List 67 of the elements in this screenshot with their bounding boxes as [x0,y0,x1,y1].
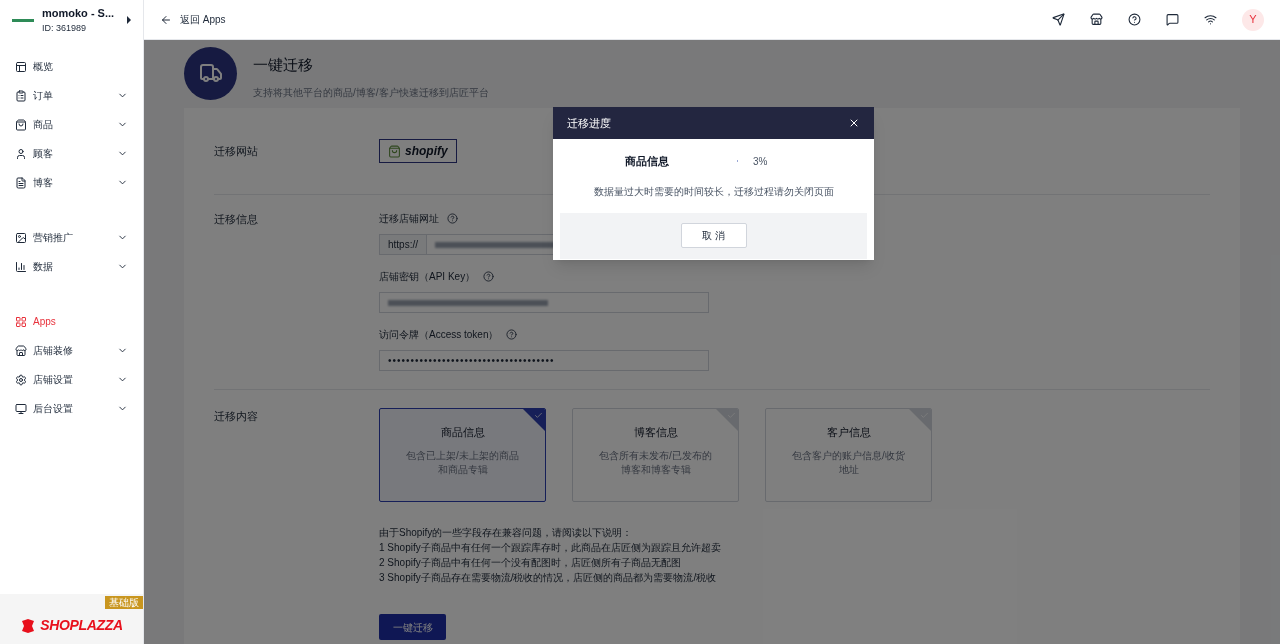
option-description: 包含所有未发布/已发布的博客和博客专辑 [598,448,713,477]
store-name[interactable]: momoko - S... [42,5,119,22]
settings-icon [15,373,27,386]
dialog-title: 迁移进度 [567,115,611,131]
plan-badge: 基础版 [105,596,143,609]
progress-percent: 3% [753,154,768,169]
field-label: 迁移店铺网址 [379,212,439,226]
truck-icon [198,61,223,85]
send-icon[interactable] [1052,13,1065,26]
input-field[interactable]: ••••••••••••••••••••••••••••••••••••• [379,350,709,371]
store-logo-icon [12,18,34,22]
option-title: 客户信息 [826,425,871,440]
note-text: 3 Shopify子商品存在需要物流/税收的情况，店匠侧的商品都为需要物流/税收 [379,571,718,584]
back-link[interactable]: 返回 Apps [160,12,226,27]
option-card[interactable]: 客户信息 包含客户的账户信息/收货地址 [765,408,932,502]
sidebar-item[interactable]: 商品 [0,110,143,139]
option-card[interactable]: 博客信息 包含所有未发布/已发布的博客和博客专辑 [572,408,739,502]
progress-item-label: 商品信息 [625,154,670,169]
caret-icon[interactable] [127,16,131,24]
logo-icon [20,618,37,633]
user-icon [15,147,27,160]
arrow-left-icon [160,13,172,26]
sidebar-item[interactable]: 数据 [0,252,143,281]
close-button[interactable] [848,117,860,129]
section-label: 迁移网站 [214,143,259,159]
sidebar-item[interactable]: 店铺装修 [0,336,143,365]
sidebar-item[interactable]: 订单 [0,81,143,110]
section-label: 迁移内容 [214,409,259,424]
section-label: 迁移信息 [214,212,259,227]
sidebar-item[interactable]: 后台设置 [0,394,143,423]
field-label: 访问令牌（Access token） [379,328,499,342]
brand-logo: SHOPLAZZA [40,616,123,635]
store-icon[interactable] [1090,13,1103,26]
sidebar-item[interactable]: 顾客 [0,139,143,168]
masked-value: ••••••••••••••••••••••••••••••••••••• [388,354,555,368]
cancel-button[interactable]: 取 消 [680,223,747,248]
bag-icon [15,118,27,131]
document-icon [15,176,27,189]
bar-chart-icon [15,260,27,273]
sidebar-item[interactable]: 博客 [0,168,143,197]
option-description: 包含客户的账户信息/收货地址 [791,448,906,477]
page-title: 一键迁移 [253,55,314,75]
clipboard-icon [15,89,27,102]
url-prefix: https:// [380,235,427,254]
monitor-icon [15,402,27,415]
picture-icon [15,231,27,244]
avatar[interactable]: Y [1242,8,1264,31]
sidebar-item[interactable]: Apps [0,307,143,336]
sidebar-item[interactable]: 概览 [0,52,143,81]
field-label: 店铺密钥（API Key） [379,270,476,284]
option-title: 商品信息 [440,425,485,440]
store-id: ID: 361989 [42,21,88,35]
check-icon [534,411,543,420]
grid-icon [15,315,27,328]
shopify-logo[interactable]: shopify [379,139,457,163]
chat-icon[interactable] [1166,13,1179,26]
dialog-note: 数据量过大时需要的时间较长，迁移过程请勿关闭页面 [593,184,834,199]
wifi-icon[interactable] [1204,13,1217,26]
help-icon[interactable] [1128,13,1141,26]
sidebar-item[interactable]: 店铺设置 [0,365,143,394]
input-field[interactable] [379,292,709,313]
bag-icon [388,144,401,158]
panels-icon [15,60,27,73]
sidebar-item[interactable]: 营销推广 [0,223,143,252]
store-icon [15,344,27,357]
close-icon [848,117,860,129]
option-title: 博客信息 [633,425,678,440]
